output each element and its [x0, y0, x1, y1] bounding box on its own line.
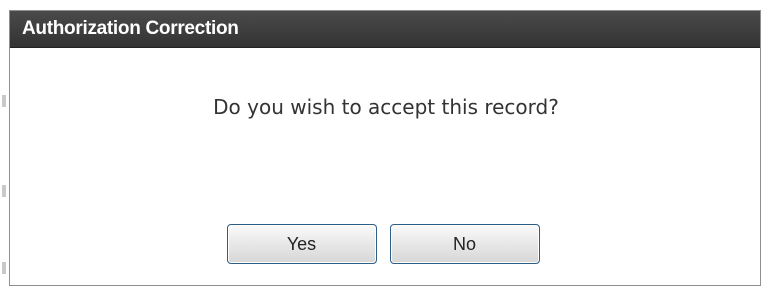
background-content	[2, 95, 6, 107]
yes-button[interactable]: Yes	[226, 224, 377, 264]
yes-button-label: Yes	[286, 233, 317, 254]
background-content	[2, 262, 6, 274]
dialog-title: Authorization Correction	[22, 18, 239, 39]
dialog-titlebar[interactable]: Authorization Correction	[10, 11, 760, 48]
no-button-label: No	[452, 233, 476, 254]
no-button[interactable]: No	[389, 224, 540, 264]
authorization-correction-dialog: Authorization Correction Do you wish to …	[9, 10, 761, 286]
dialog-button-row: Yes No	[10, 224, 762, 264]
background-content	[2, 185, 6, 197]
dialog-message: Do you wish to accept this record?	[213, 95, 559, 119]
